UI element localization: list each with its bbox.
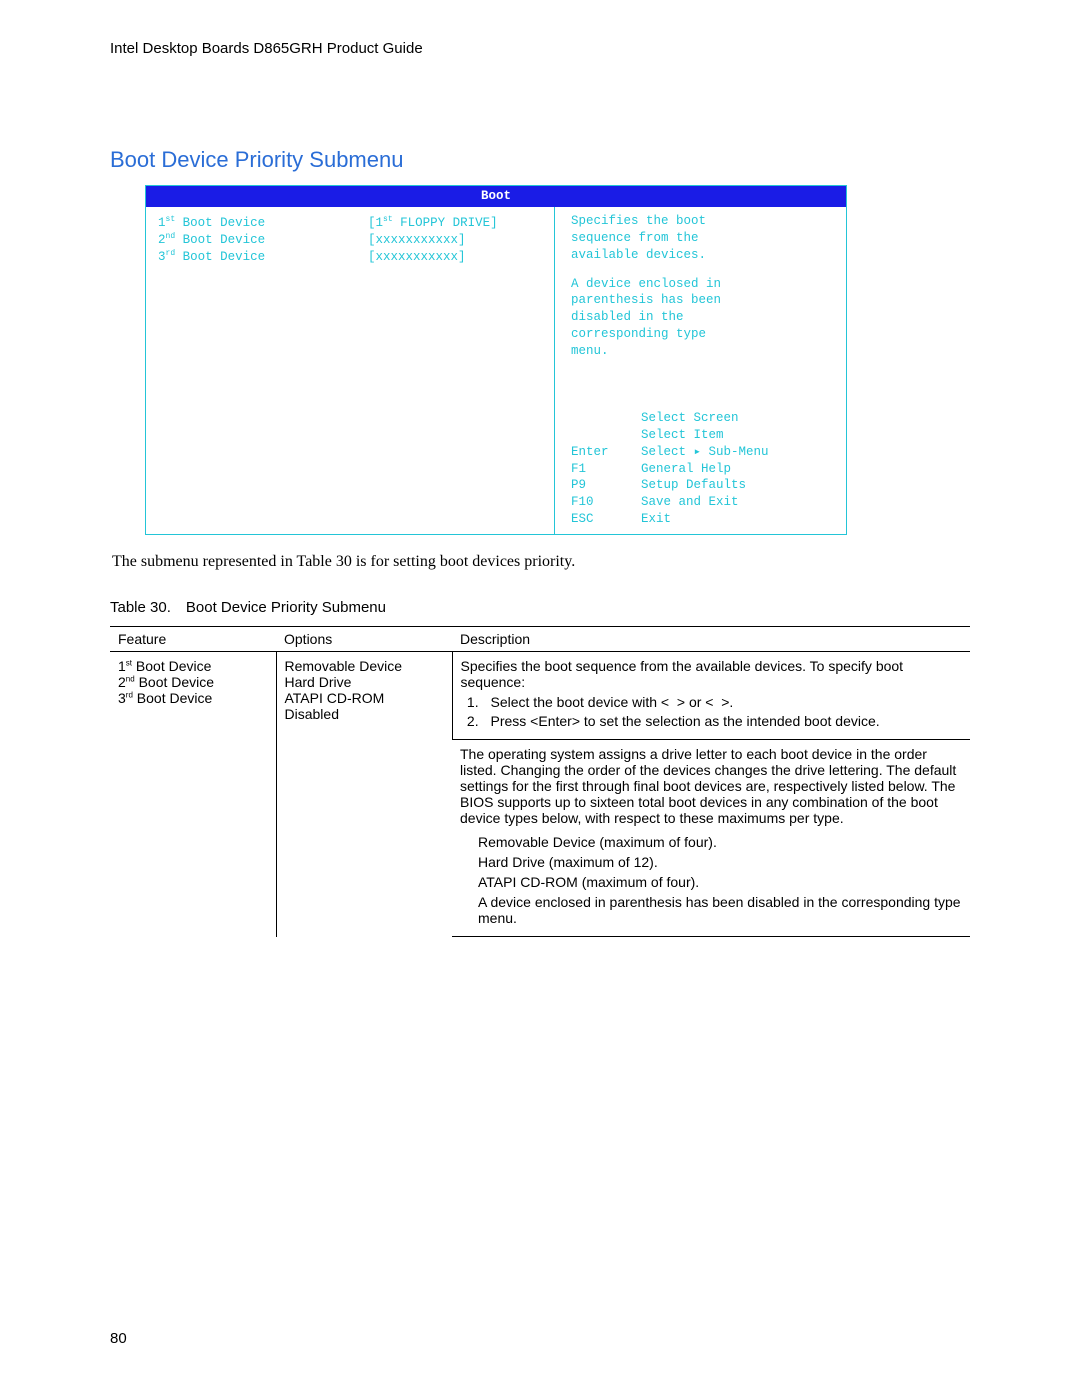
boot-priority-table: Feature Options Description 1st Boot Dev… — [110, 626, 970, 937]
bios-label-num: 2 — [158, 233, 166, 247]
bios-key — [571, 410, 641, 427]
bios-key: P9 — [571, 477, 641, 494]
bios-key-action: General Help — [641, 461, 731, 478]
desc-step: Press <Enter> to set the selection as th… — [483, 713, 963, 729]
feat-ord: rd — [126, 690, 133, 699]
bios-label-ord: rd — [166, 249, 176, 258]
bios-right-pane: Specifies the boot sequence from the ava… — [554, 207, 842, 534]
bios-row: 1st Boot Device [1st FLOPPY DRIVE] — [158, 215, 542, 232]
bios-key: Enter — [571, 444, 641, 461]
bios-label-text: Boot Device — [183, 216, 266, 230]
desc-bullet: A device enclosed in parenthesis has bee… — [478, 894, 962, 926]
desc-intro: Specifies the boot sequence from the ava… — [461, 658, 963, 690]
bios-label-num: 3 — [158, 250, 166, 264]
bios-help-line: corresponding type — [571, 326, 826, 343]
bios-title: Boot — [481, 189, 511, 203]
bios-help-line: A device enclosed in — [571, 276, 826, 293]
feat-txt: Boot Device — [135, 674, 214, 690]
col-feature: Feature — [110, 627, 276, 652]
bios-help-line: disabled in the — [571, 309, 826, 326]
description-cell: The operating system assigns a drive let… — [452, 740, 970, 937]
bios-value: [xxxxxxxxxxx] — [368, 232, 466, 249]
bios-label-ord: nd — [166, 232, 176, 241]
bios-key-action: Select ▸ Sub-Menu — [641, 444, 769, 461]
bios-val-ord: st — [383, 215, 393, 224]
bios-val-post: FLOPPY DRIVE] — [393, 216, 498, 230]
bios-left-pane: 1st Boot Device [1st FLOPPY DRIVE] 2nd B… — [146, 207, 554, 534]
bios-row: 2nd Boot Device [xxxxxxxxxxx] — [158, 232, 542, 249]
desc-bullet: Removable Device (maximum of four). — [478, 834, 962, 850]
col-options: Options — [276, 627, 452, 652]
desc-bullet: Hard Drive (maximum of 12). — [478, 854, 962, 870]
bios-key: ESC — [571, 511, 641, 528]
feat-ord: nd — [126, 674, 135, 683]
bios-key — [571, 427, 641, 444]
feat-num: 3 — [118, 690, 126, 706]
option-item: Removable Device — [285, 658, 444, 674]
page: Intel Desktop Boards D865GRH Product Gui… — [0, 0, 1080, 1397]
bios-help-line: sequence from the — [571, 230, 826, 247]
bios-help-line: available devices. — [571, 247, 826, 264]
feat-num: 2 — [118, 674, 126, 690]
section-title: Boot Device Priority Submenu — [110, 147, 970, 173]
bios-help: Specifies the boot sequence from the ava… — [571, 213, 826, 360]
bios-label-text: Boot Device — [183, 233, 266, 247]
bios-key-legend: Select Screen Select Item EnterSelect ▸ … — [571, 410, 826, 528]
desc-paragraph: The operating system assigns a drive let… — [460, 746, 962, 826]
bios-key-action: Exit — [641, 511, 671, 528]
bios-screenshot: Boot 1st Boot Device [1st FLOPPY DRIVE] … — [145, 185, 847, 535]
document-header: Intel Desktop Boards D865GRH Product Gui… — [110, 40, 970, 57]
bios-body: 1st Boot Device [1st FLOPPY DRIVE] 2nd B… — [146, 207, 846, 534]
bios-row: 3rd Boot Device [xxxxxxxxxxx] — [158, 249, 542, 266]
feat-num: 1 — [118, 658, 126, 674]
feat-txt: Boot Device — [132, 658, 211, 674]
description-cell: Specifies the boot sequence from the ava… — [452, 652, 970, 740]
options-cell: Removable Device Hard Drive ATAPI CD-ROM… — [276, 652, 452, 937]
bios-val-pre: [1 — [368, 216, 383, 230]
desc-step: Select the boot device with < > or < >. — [483, 694, 963, 710]
bios-help-line: Specifies the boot — [571, 213, 826, 230]
bios-help-line: menu. — [571, 343, 826, 360]
bios-help-line: parenthesis has been — [571, 292, 826, 309]
option-item: Hard Drive — [285, 674, 444, 690]
bios-label-text: Boot Device — [183, 250, 266, 264]
option-item: Disabled — [285, 706, 444, 722]
bios-key-action: Select Screen — [641, 410, 739, 427]
bios-key-action: Select Item — [641, 427, 724, 444]
bios-label-num: 1 — [158, 216, 166, 230]
bios-key: F10 — [571, 494, 641, 511]
bios-value: [xxxxxxxxxxx] — [368, 249, 466, 266]
feature-cell: 1st Boot Device 2nd Boot Device 3rd Boot… — [110, 652, 276, 937]
bios-key: F1 — [571, 461, 641, 478]
bios-key-action: Setup Defaults — [641, 477, 746, 494]
bios-titlebar: Boot — [146, 186, 846, 207]
desc-bullet: ATAPI CD-ROM (maximum of four). — [478, 874, 962, 890]
option-item: ATAPI CD-ROM — [285, 690, 444, 706]
table-caption: Table 30. Boot Device Priority Submenu — [110, 599, 970, 616]
col-description: Description — [452, 627, 970, 652]
feat-txt: Boot Device — [133, 690, 212, 706]
bios-key-action: Save and Exit — [641, 494, 739, 511]
caption: The submenu represented in Table 30 is f… — [112, 553, 970, 571]
bios-label-ord: st — [166, 215, 176, 224]
page-number: 80 — [110, 1330, 127, 1347]
